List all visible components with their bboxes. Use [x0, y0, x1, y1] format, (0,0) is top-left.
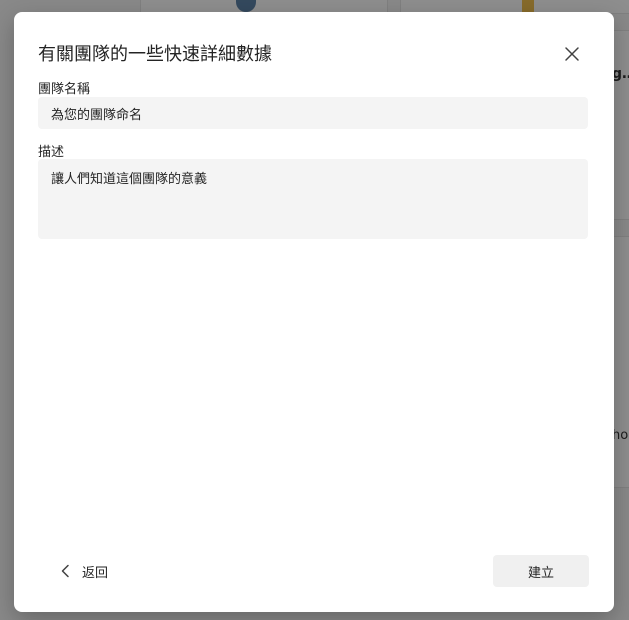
back-button-label: 返回 — [82, 565, 109, 581]
team-name-label: 團隊名稱 — [38, 82, 91, 97]
description-label: 描述 — [38, 145, 65, 160]
close-button[interactable] — [560, 42, 584, 66]
create-team-dialog: 有關團隊的一些快速詳細數據 團隊名稱 為您的團隊命名 描述 讓人們知道這個團隊的… — [14, 12, 614, 612]
create-button-label: 建立 — [527, 565, 554, 581]
team-name-placeholder: 為您的團隊命名 — [51, 107, 143, 123]
team-name-input[interactable]: 為您的團隊命名 — [38, 97, 588, 129]
close-icon — [565, 47, 579, 61]
description-input[interactable]: 讓人們知道這個團隊的意義 — [38, 159, 588, 239]
chevron-left-icon — [61, 564, 69, 578]
dialog-title: 有關團隊的一些快速詳細數據 — [38, 44, 272, 65]
create-button[interactable]: 建立 — [493, 555, 589, 587]
back-button[interactable]: 返回 — [58, 555, 108, 587]
description-placeholder: 讓人們知道這個團隊的意義 — [51, 172, 208, 187]
